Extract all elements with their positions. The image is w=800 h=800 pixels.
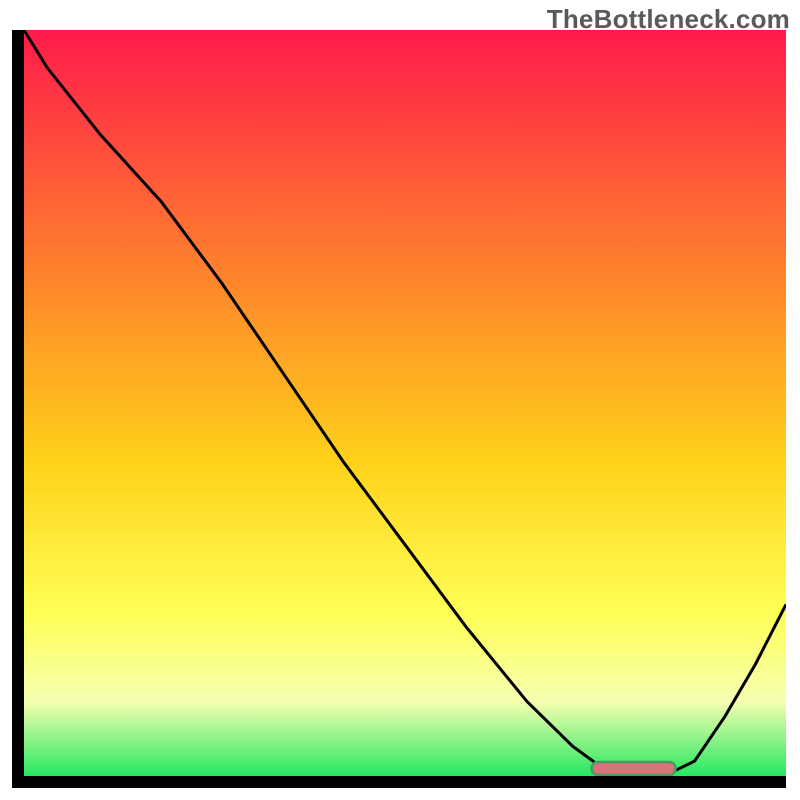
watermark-text: TheBottleneck.com <box>547 4 790 35</box>
plot-area <box>24 30 786 776</box>
bottleneck-chart <box>0 0 800 800</box>
optimal-marker <box>592 762 676 775</box>
gradient-background <box>24 30 786 776</box>
chart-stage: TheBottleneck.com <box>0 0 800 800</box>
